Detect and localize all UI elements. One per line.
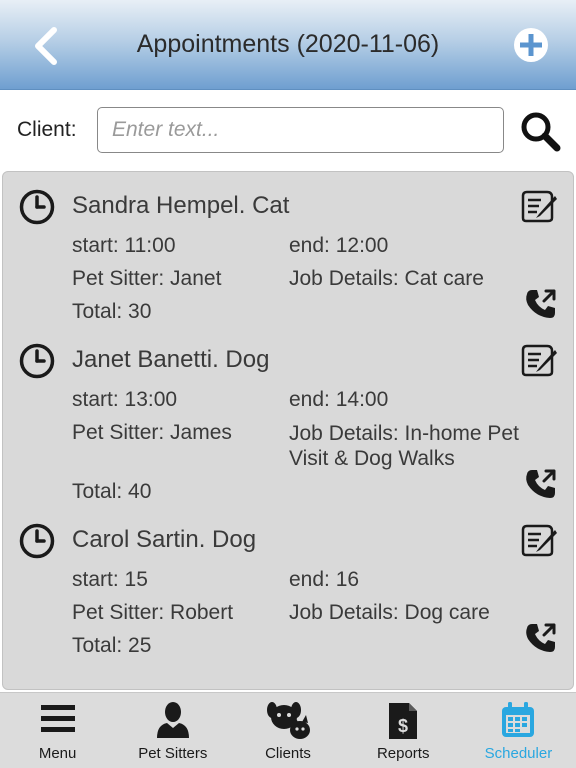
- edit-notes-icon[interactable]: [521, 342, 559, 378]
- total: Total: 25: [72, 634, 152, 657]
- pet-sitter: Pet Sitter: James: [72, 421, 232, 444]
- job-details: Job Details: Cat care: [289, 267, 484, 290]
- plus-circle-icon[interactable]: [513, 27, 549, 63]
- search-icon[interactable]: [519, 110, 561, 152]
- total: Total: 40: [72, 480, 152, 503]
- client-label: Client:: [17, 118, 77, 141]
- start-time: start: 13:00: [72, 388, 178, 411]
- nav-menu[interactable]: Menu: [0, 693, 115, 768]
- phone-call-icon[interactable]: [524, 621, 558, 655]
- page-title: Appointments (2020-11-06): [136, 30, 440, 58]
- pet-sitter: Pet Sitter: Janet: [72, 267, 222, 290]
- clock-icon: [19, 523, 55, 559]
- appointment-list: Sandra Hempel. Cat start: 11:00 end: 12:…: [2, 171, 574, 690]
- pets-icon: [267, 702, 310, 739]
- hamburger-icon: [40, 705, 75, 732]
- nav-scheduler[interactable]: Scheduler: [461, 693, 576, 768]
- nav-label: Scheduler: [484, 745, 553, 762]
- svg-text:$: $: [398, 716, 408, 736]
- appointment-title: Janet Banetti. Dog: [72, 346, 270, 373]
- nav-clients[interactable]: Clients: [230, 693, 345, 768]
- phone-call-icon[interactable]: [524, 467, 558, 501]
- bottom-nav: Menu Pet Sitters Clients $ Reports Sched…: [0, 692, 576, 768]
- total: Total: 30: [72, 300, 152, 323]
- invoice-icon: $: [389, 703, 418, 739]
- nav-pet-sitters[interactable]: Pet Sitters: [115, 693, 230, 768]
- job-details: Job Details: In-home Pet Visit & Dog Wal…: [289, 422, 519, 470]
- phone-call-icon[interactable]: [524, 287, 558, 321]
- client-search-input[interactable]: [97, 107, 504, 153]
- start-time: start: 15: [72, 568, 148, 591]
- pet-sitter: Pet Sitter: Robert: [72, 601, 234, 624]
- nav-label: Pet Sitters: [138, 745, 208, 762]
- edit-notes-icon[interactable]: [521, 188, 559, 224]
- header-bar: Appointments (2020-11-06): [0, 0, 576, 90]
- clock-icon: [19, 343, 55, 379]
- person-icon: [156, 702, 189, 738]
- end-time: end: 16: [289, 568, 360, 591]
- end-time: end: 14:00: [289, 388, 389, 411]
- nav-reports[interactable]: $ Reports: [346, 693, 461, 768]
- appointment-title: Sandra Hempel. Cat: [72, 192, 290, 219]
- nav-label: Menu: [38, 745, 77, 762]
- start-time: start: 11:00: [72, 234, 176, 257]
- clock-icon: [19, 189, 55, 225]
- end-time: end: 12:00: [289, 234, 389, 257]
- nav-label: Reports: [376, 745, 430, 762]
- calendar-icon: [502, 702, 535, 737]
- nav-label: Clients: [265, 745, 311, 762]
- job-details: Job Details: Dog care: [289, 601, 490, 624]
- edit-notes-icon[interactable]: [521, 522, 559, 558]
- appointment-title: Carol Sartin. Dog: [72, 526, 257, 553]
